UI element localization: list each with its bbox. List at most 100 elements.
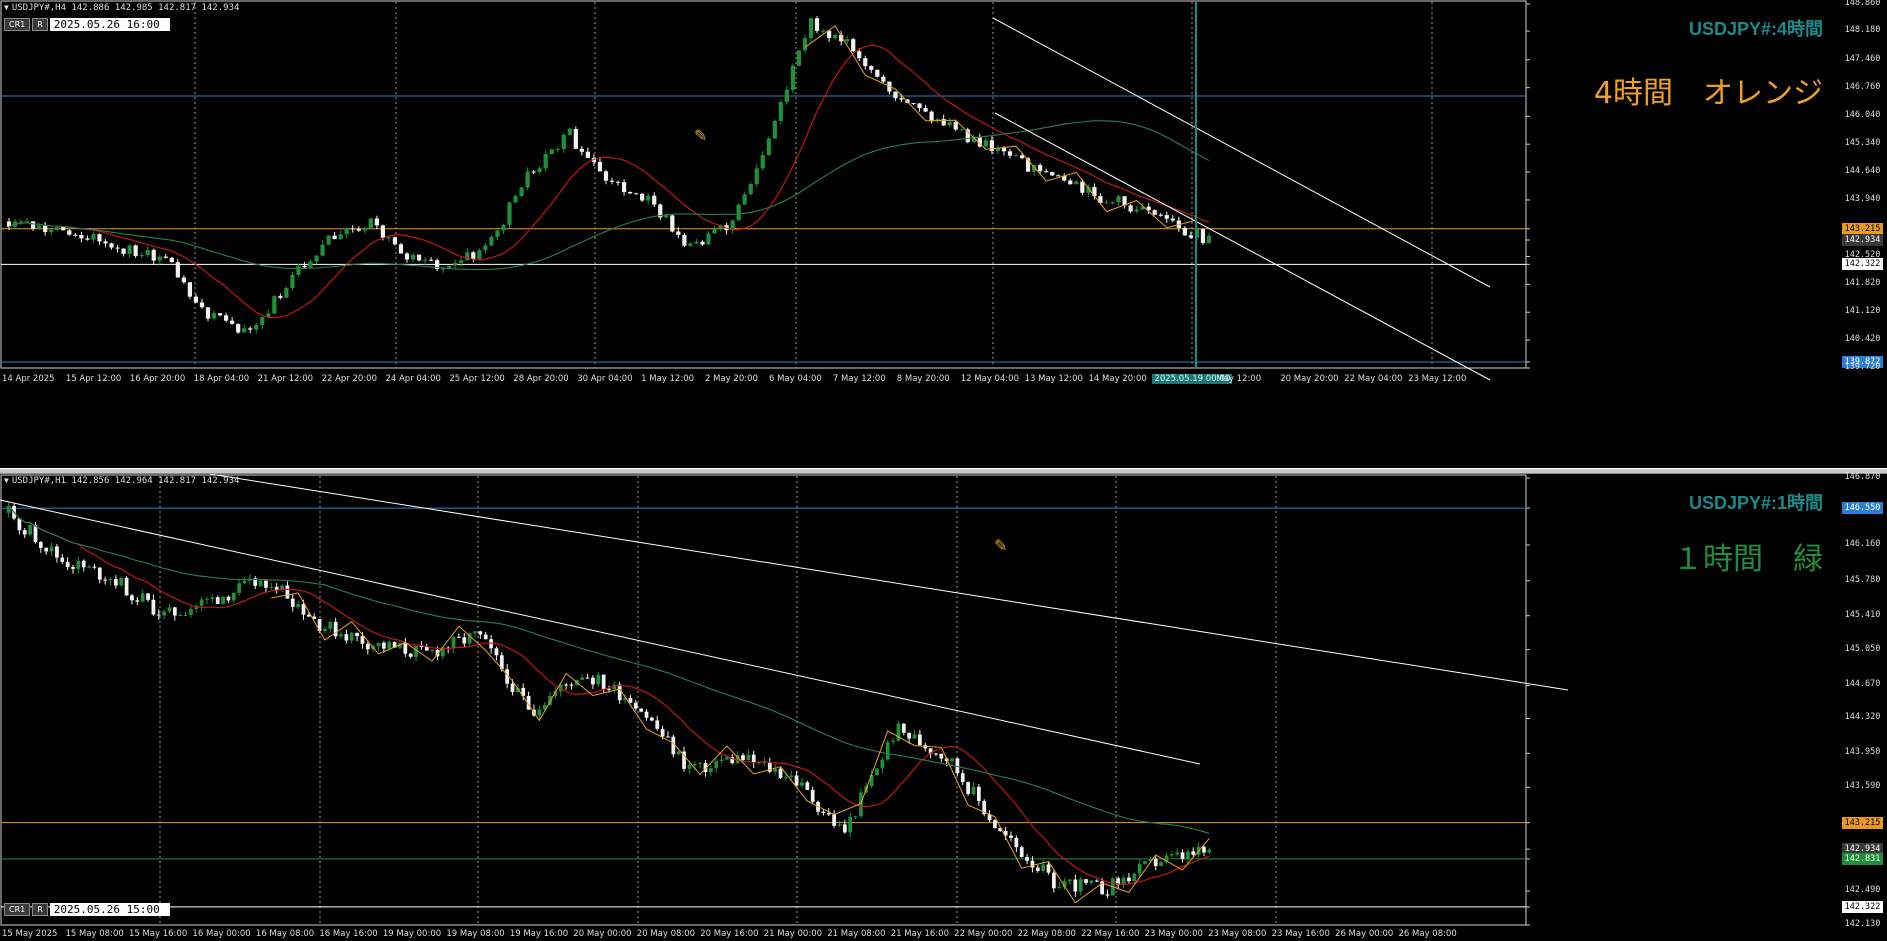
time-axis-label: 23 May 16:00 xyxy=(1271,929,1330,939)
candle-body xyxy=(403,643,408,654)
candle-body xyxy=(537,168,542,172)
candle-body xyxy=(501,224,506,231)
candle-body xyxy=(103,579,108,581)
price-tick-label: 139.720 xyxy=(1844,362,1881,372)
candle-body xyxy=(1001,147,1007,152)
time-axis-label: 16 May 16:00 xyxy=(319,929,378,939)
candle-body xyxy=(483,634,488,640)
time-axis-label: 7 May 12:00 xyxy=(832,374,886,384)
candle-body xyxy=(694,241,699,244)
h4-info-line: ▼ USDJPY#,H4 142.886 142.985 142.817 142.… xyxy=(4,3,240,13)
candle-body xyxy=(441,268,446,270)
price-tick-label: 142.490 xyxy=(1844,885,1881,896)
candle-body xyxy=(71,567,75,569)
candle-body xyxy=(953,122,958,130)
candle-body xyxy=(163,256,168,258)
candle-body xyxy=(810,789,815,802)
candle-body xyxy=(802,38,808,51)
candle-body xyxy=(650,717,654,721)
candle-body xyxy=(912,734,917,739)
channel-lower-line xyxy=(0,499,1201,765)
price-tick-label: 144.670 xyxy=(1844,679,1881,690)
candle-body xyxy=(596,674,601,685)
candle-body xyxy=(1188,235,1194,238)
candle-body xyxy=(714,761,719,769)
candle-body xyxy=(826,30,832,39)
h4-trade-arrow-icon: ✎ xyxy=(694,126,708,145)
moving-average-slow-line xyxy=(8,120,1210,271)
candle-body xyxy=(881,76,886,82)
candle-body xyxy=(549,149,554,155)
time-axis-label: 21 May 00:00 xyxy=(763,929,823,939)
price-tick-label: 141.120 xyxy=(1844,306,1881,317)
price-tick-label: 144.320 xyxy=(1844,712,1881,723)
candle-body xyxy=(108,578,113,581)
candle-body xyxy=(471,252,476,260)
candle-body xyxy=(237,583,242,593)
candle-body xyxy=(778,768,783,778)
candle-body xyxy=(360,636,365,644)
price-level-tag: 142.322 xyxy=(1842,258,1883,271)
time-axis-label: 25 Apr 12:00 xyxy=(449,374,505,384)
candle-body xyxy=(837,824,842,826)
candle-body xyxy=(205,307,211,319)
time-axis-label: 21 Apr 12:00 xyxy=(257,374,314,384)
candle-body xyxy=(31,221,36,229)
candle-body xyxy=(133,245,138,257)
candle-body xyxy=(507,202,512,225)
candle-body xyxy=(1019,847,1024,858)
candle-body xyxy=(1044,171,1049,173)
candle-body xyxy=(323,628,327,631)
candle-body xyxy=(44,547,49,552)
price-level-tag: 142.934 xyxy=(1842,234,1883,246)
candle-body xyxy=(1094,880,1099,882)
candle-body xyxy=(157,256,162,261)
candle-body xyxy=(274,586,279,590)
candle-body xyxy=(833,34,838,39)
h1-chart-canvas[interactable] xyxy=(0,474,1887,941)
candle-body xyxy=(362,228,367,231)
collapse-triangle-icon[interactable]: ▼ xyxy=(4,3,9,12)
candle-body xyxy=(1046,864,1051,873)
candle-body xyxy=(462,637,467,644)
candle-body xyxy=(55,546,59,558)
candle-body xyxy=(356,228,361,231)
candle-body xyxy=(85,238,90,240)
candle-body xyxy=(28,525,32,535)
time-axis-label: 12 May 04:00 xyxy=(960,374,1019,384)
h4-chart-panel[interactable]: ▼ USDJPY#,H4 142.886 142.985 142.817 142.… xyxy=(0,0,1887,470)
h1-symbol-title: USDJPY#:1時間 xyxy=(1688,493,1823,513)
candle-body xyxy=(199,599,204,606)
candle-body xyxy=(1132,873,1137,882)
collapse-triangle-icon[interactable]: ▼ xyxy=(4,476,9,485)
candle-body xyxy=(382,642,386,649)
h4-cr1-badge[interactable]: CR1 xyxy=(4,18,31,31)
time-axis-label: 23 May 08:00 xyxy=(1208,929,1267,939)
candle-body xyxy=(242,328,247,333)
h1-chart-panel[interactable]: ▼ USDJPY#,H1 142.856 142.964 142.817 142.… xyxy=(0,472,1887,941)
time-axis-label: 14 May 20:00 xyxy=(1088,374,1147,384)
h1-r-badge[interactable]: R xyxy=(32,903,48,916)
candle-body xyxy=(1074,181,1079,185)
candle-body xyxy=(248,328,253,330)
h1-cr1-badge[interactable]: CR1 xyxy=(4,903,31,916)
candle-body xyxy=(826,812,831,815)
candle-body xyxy=(1180,852,1185,859)
candle-body xyxy=(1013,155,1019,157)
candle-body xyxy=(1073,879,1078,892)
price-level-tag: 143.215 xyxy=(1842,816,1883,829)
candle-body xyxy=(845,39,850,42)
candle-body xyxy=(135,600,140,602)
candle-body xyxy=(81,560,86,568)
candle-body xyxy=(567,128,572,135)
h4-r-badge[interactable]: R xyxy=(32,18,48,31)
candle-body xyxy=(97,567,102,580)
candle-body xyxy=(326,235,331,245)
h4-symbol-title: USDJPY#:4時間 xyxy=(1688,19,1823,39)
moving-average-fast-line xyxy=(8,505,1210,885)
candle-body xyxy=(564,684,568,686)
candle-body xyxy=(145,249,150,256)
zigzag-line xyxy=(271,592,1210,904)
candle-body xyxy=(355,632,359,637)
candle-body xyxy=(652,195,657,205)
